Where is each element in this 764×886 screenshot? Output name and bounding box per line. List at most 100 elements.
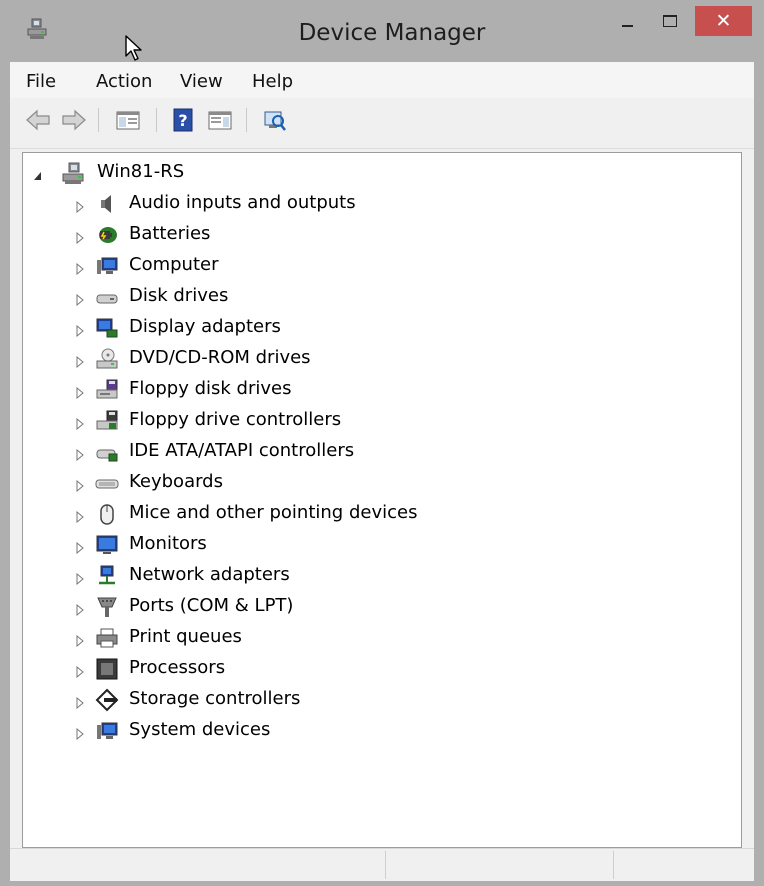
port-icon: [95, 595, 119, 619]
expand-arrow-icon[interactable]: [75, 353, 85, 369]
ide-controller-icon: [95, 440, 119, 464]
window-title: Device Manager: [298, 20, 486, 46]
expand-arrow-icon[interactable]: [75, 601, 85, 617]
close-button[interactable]: ✕: [695, 6, 752, 36]
tree-item-row[interactable]: Processors: [23, 655, 723, 685]
expand-arrow-icon[interactable]: [75, 322, 85, 338]
expand-arrow-icon[interactable]: [75, 539, 85, 555]
svg-text:?: ?: [178, 111, 187, 130]
tree-item-row[interactable]: Floppy disk drives: [23, 376, 723, 406]
help-icon[interactable]: ?: [170, 106, 198, 134]
tree-item-label: Ports (COM & LPT): [129, 595, 294, 616]
tree-item-row[interactable]: Monitors: [23, 531, 723, 561]
tree-item-label: Floppy drive controllers: [129, 409, 342, 430]
computer-root-icon: [61, 161, 85, 185]
tree-item-label: Monitors: [129, 533, 207, 554]
tree-item-row[interactable]: Computer: [23, 252, 723, 282]
expand-arrow-icon[interactable]: [75, 291, 85, 307]
tree-item-row[interactable]: Print queues: [23, 624, 723, 654]
expand-arrow-icon[interactable]: [75, 260, 85, 276]
network-adapter-icon: [95, 564, 119, 588]
status-bar-divider: [613, 851, 614, 879]
expand-arrow-icon[interactable]: [75, 725, 85, 741]
collapse-arrow-icon[interactable]: [33, 167, 43, 180]
properties-view-icon[interactable]: [206, 106, 234, 134]
tree-item-label: Mice and other pointing devices: [129, 502, 418, 523]
disk-drive-icon: [95, 285, 119, 309]
tree-item-label: Disk drives: [129, 285, 229, 306]
expand-arrow-icon[interactable]: [75, 446, 85, 462]
tree-item-row[interactable]: Disk drives: [23, 283, 723, 313]
toolbar-separator: [156, 108, 157, 132]
expand-arrow-icon[interactable]: [75, 663, 85, 679]
expand-arrow-icon[interactable]: [75, 229, 85, 245]
menu-file[interactable]: File: [26, 71, 56, 92]
expand-arrow-icon[interactable]: [75, 632, 85, 648]
expand-arrow-icon[interactable]: [75, 198, 85, 214]
keyboard-icon: [95, 471, 119, 495]
show-hide-console-tree-icon[interactable]: [114, 106, 142, 134]
floppy-controller-icon: [95, 409, 119, 433]
title-bar[interactable]: Device Manager ✕: [0, 0, 764, 62]
tree-item-row[interactable]: IDE ATA/ATAPI controllers: [23, 438, 723, 468]
tree-item-label: Computer: [129, 254, 219, 275]
printer-icon: [95, 626, 119, 650]
menu-view[interactable]: View: [180, 71, 223, 92]
processor-icon: [95, 657, 119, 681]
tree-item-row[interactable]: Audio inputs and outputs: [23, 190, 723, 220]
menu-help[interactable]: Help: [252, 71, 293, 92]
toolbar-separator: [98, 108, 99, 132]
status-bar: [10, 848, 754, 881]
toolbar-separator: [246, 108, 247, 132]
computer-icon: [95, 254, 119, 278]
tree-item-row[interactable]: DVD/CD-ROM drives: [23, 345, 723, 375]
tree-item-row[interactable]: Display adapters: [23, 314, 723, 344]
client-area: File Action View Help ? Win81-RS Audio i…: [10, 62, 754, 881]
tree-item-label: IDE ATA/ATAPI controllers: [129, 440, 355, 461]
forward-arrow-icon[interactable]: [60, 106, 88, 134]
status-bar-divider: [385, 851, 386, 879]
expand-arrow-icon[interactable]: [75, 415, 85, 431]
monitor-icon: [95, 533, 119, 557]
mouse-cursor-icon: [124, 34, 146, 64]
device-manager-window: Device Manager ✕ File Action View Help ?…: [0, 0, 764, 886]
tree-item-label: Processors: [129, 657, 226, 678]
storage-controller-icon: [95, 688, 119, 712]
tree-item-label: Batteries: [129, 223, 211, 244]
expand-arrow-icon[interactable]: [75, 570, 85, 586]
minimize-button[interactable]: [608, 6, 648, 36]
display-adapter-icon: [95, 316, 119, 340]
battery-icon: [95, 223, 119, 247]
system-devices-icon: [95, 719, 119, 743]
menu-action[interactable]: Action: [96, 71, 152, 92]
scan-hardware-icon[interactable]: [260, 106, 288, 134]
speaker-icon: [95, 192, 119, 216]
mouse-icon: [95, 502, 119, 526]
tree-item-label: Keyboards: [129, 471, 223, 492]
tree-item-row[interactable]: Ports (COM & LPT): [23, 593, 723, 623]
expand-arrow-icon[interactable]: [75, 384, 85, 400]
expand-arrow-icon[interactable]: [75, 694, 85, 710]
tree-item-row[interactable]: Floppy drive controllers: [23, 407, 723, 437]
tree-item-label: Print queues: [129, 626, 242, 647]
tree-item-row[interactable]: Storage controllers: [23, 686, 723, 716]
tree-item-row[interactable]: Mice and other pointing devices: [23, 500, 723, 530]
device-tree[interactable]: Win81-RS Audio inputs and outputs Batter…: [22, 152, 742, 848]
tree-item-label: Storage controllers: [129, 688, 301, 709]
expand-arrow-icon[interactable]: [75, 508, 85, 524]
toolbar: ?: [10, 98, 754, 149]
maximize-button[interactable]: [651, 6, 691, 36]
expand-arrow-icon[interactable]: [75, 477, 85, 493]
back-arrow-icon[interactable]: [24, 106, 52, 134]
tree-item-row[interactable]: System devices: [23, 717, 723, 747]
tree-item-row[interactable]: Keyboards: [23, 469, 723, 499]
menu-bar: File Action View Help: [10, 62, 754, 98]
tree-root-row[interactable]: Win81-RS: [23, 159, 723, 189]
tree-item-label: DVD/CD-ROM drives: [129, 347, 311, 368]
floppy-disk-icon: [95, 378, 119, 402]
dvd-drive-icon: [95, 347, 119, 371]
tree-item-label: Audio inputs and outputs: [129, 192, 356, 213]
tree-item-label: Display adapters: [129, 316, 281, 337]
tree-item-row[interactable]: Batteries: [23, 221, 723, 251]
tree-item-row[interactable]: Network adapters: [23, 562, 723, 592]
